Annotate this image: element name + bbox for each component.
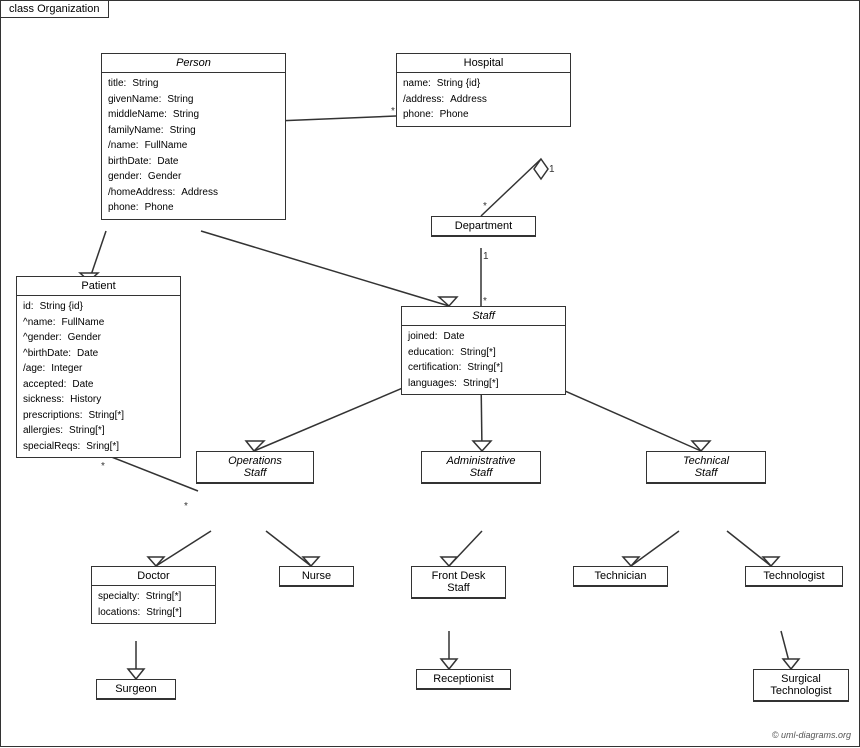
staff-body: joined:Date education:String[*] certific… xyxy=(402,326,565,394)
technical-staff-title: TechnicalStaff xyxy=(647,452,765,483)
front-desk-staff-title: Front DeskStaff xyxy=(412,567,505,598)
staff-title: Staff xyxy=(402,307,565,326)
diagram-title: class Organization xyxy=(1,1,109,18)
mult-ops-patient-star: * xyxy=(184,501,188,512)
doctor-title: Doctor xyxy=(92,567,215,586)
surgeon-title: Surgeon xyxy=(97,680,175,699)
department-class: Department xyxy=(431,216,536,237)
mult-patient-star: * xyxy=(101,461,105,472)
doctor-class: Doctor specialty:String[*] locations:Str… xyxy=(91,566,216,624)
technician-title: Technician xyxy=(574,567,667,586)
diagram-container: class Organization xyxy=(0,0,860,747)
patient-body: id:String {id} ^name:FullName ^gender:Ge… xyxy=(17,296,180,457)
front-desk-staff-class: Front DeskStaff xyxy=(411,566,506,599)
administrative-staff-title: AdministrativeStaff xyxy=(422,452,540,483)
surgeon-class: Surgeon xyxy=(96,679,176,700)
staff-class: Staff joined:Date education:String[*] ce… xyxy=(401,306,566,395)
surgical-technologist-title: SurgicalTechnologist xyxy=(754,670,848,701)
nurse-title: Nurse xyxy=(280,567,353,586)
nurse-class: Nurse xyxy=(279,566,354,587)
technologist-class: Technologist xyxy=(745,566,843,587)
mult-dept-hospital-star: * xyxy=(483,201,487,212)
administrative-staff-class: AdministrativeStaff xyxy=(421,451,541,484)
mult-hospital-person: * xyxy=(391,106,395,117)
patient-class: Patient id:String {id} ^name:FullName ^g… xyxy=(16,276,181,458)
hospital-title: Hospital xyxy=(397,54,570,73)
hospital-class: Hospital name:String {id} /address:Addre… xyxy=(396,53,571,127)
operations-staff-title: OperationsStaff xyxy=(197,452,313,483)
technician-class: Technician xyxy=(573,566,668,587)
person-body: title:String givenName:String middleName… xyxy=(102,73,285,219)
copyright: © uml-diagrams.org xyxy=(772,730,851,740)
person-title: Person xyxy=(102,54,285,73)
receptionist-class: Receptionist xyxy=(416,669,511,690)
patient-title: Patient xyxy=(17,277,180,296)
doctor-body: specialty:String[*] locations:String[*] xyxy=(92,586,215,623)
surgical-technologist-class: SurgicalTechnologist xyxy=(753,669,849,702)
mult-hospital-dept-1: 1 xyxy=(549,164,555,175)
hospital-body: name:String {id} /address:Address phone:… xyxy=(397,73,570,126)
operations-staff-class: OperationsStaff xyxy=(196,451,314,484)
mult-dept-staff-1: 1 xyxy=(483,251,489,262)
person-class: Person title:String givenName:String mid… xyxy=(101,53,286,220)
technologist-title: Technologist xyxy=(746,567,842,586)
department-title: Department xyxy=(432,217,535,236)
technical-staff-class: TechnicalStaff xyxy=(646,451,766,484)
receptionist-title: Receptionist xyxy=(417,670,510,689)
